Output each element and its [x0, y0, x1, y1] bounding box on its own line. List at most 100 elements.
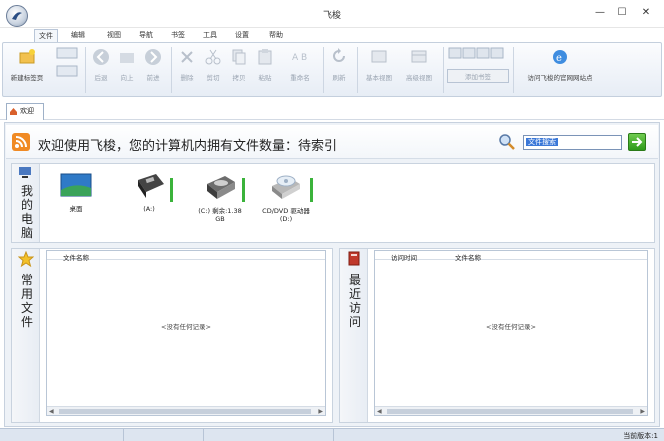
recent-access-char: 最	[349, 273, 362, 287]
back-label: 后退	[94, 74, 108, 82]
tab-tools[interactable]: 工具	[198, 29, 222, 42]
column-header-file-name[interactable]: 文件名称	[63, 252, 89, 262]
basic-view-label: 基本视图	[366, 74, 392, 82]
new-tab-label: 新建标签页	[10, 74, 44, 82]
version-text: 当前版本:1	[623, 432, 658, 440]
window-title: 飞梭	[322, 11, 341, 21]
minimize-button[interactable]: —	[590, 6, 610, 20]
column-header-file-name[interactable]: 文件名称	[455, 252, 481, 262]
search-input-value: 文件搜索	[526, 138, 558, 146]
tab-settings[interactable]: 设置	[230, 29, 254, 42]
new-tab-button[interactable]: 新建标签页	[7, 47, 47, 82]
forward-label: 前进	[146, 74, 160, 82]
ribbon-separator	[171, 47, 172, 93]
welcome-header: 欢迎使用飞梭，您的计算机内拥有文件数量：待索引 文件搜索	[6, 125, 658, 159]
drive-c[interactable]: (C:) 剩余:1.38 GB	[190, 172, 250, 223]
paste-label: 粘贴	[258, 74, 272, 82]
add-bookmark-button[interactable]: 添加书签	[447, 47, 509, 83]
my-computer-label: 我 的 电 脑	[12, 164, 40, 242]
tab-navigate[interactable]: 导航	[134, 29, 158, 42]
horizontal-scrollbar[interactable]: ◀ ▶	[47, 406, 325, 415]
advanced-view-button[interactable]: 高级视图	[401, 47, 437, 82]
scroll-left-icon[interactable]: ◀	[49, 408, 54, 415]
tab-file[interactable]: 文件	[34, 29, 58, 42]
layout-icon	[56, 47, 78, 59]
forward-arrow-icon	[145, 49, 161, 65]
tab-bookmarks[interactable]: 书签	[166, 29, 190, 42]
rename-icon: A B	[292, 53, 307, 63]
computer-icon	[19, 167, 31, 178]
back-button[interactable]: 后退	[89, 47, 113, 82]
my-computer-char: 我	[21, 184, 34, 198]
drive-sub-label: (D:)	[279, 215, 293, 223]
delete-button[interactable]: 删除	[175, 47, 199, 82]
arrow-right-icon	[632, 137, 643, 147]
svg-text:A B: A B	[292, 53, 307, 63]
paste-button[interactable]: 粘贴	[253, 47, 277, 82]
recent-access-list[interactable]: 访问时间 文件名称 <没有任何记录> ◀ ▶	[374, 250, 648, 416]
visit-site-label: 访问飞梭的官网网站点	[527, 74, 593, 82]
layout-dropdown[interactable]	[55, 47, 79, 79]
scroll-right-icon[interactable]: ▶	[640, 408, 645, 415]
my-computer-char: 的	[21, 198, 34, 212]
cut-label: 剪切	[206, 74, 220, 82]
refresh-button[interactable]: 刷新	[327, 47, 351, 82]
status-bar: 当前版本:1	[0, 428, 664, 441]
basic-view-button[interactable]: 基本视图	[361, 47, 397, 82]
recent-access-char: 近	[349, 287, 362, 301]
frequent-files-char: 用	[21, 287, 34, 301]
advanced-view-label: 高级视图	[406, 74, 432, 82]
rename-button[interactable]: A B 重命名	[285, 47, 315, 82]
my-computer-char: 电	[21, 212, 34, 226]
visit-site-button[interactable]: e 访问飞梭的官网网站点	[517, 47, 603, 82]
title-bar: 飞梭 — ☐ ✕	[0, 0, 664, 28]
delete-icon	[181, 51, 193, 63]
bookmark-toolbar-icon	[448, 47, 504, 59]
delete-label: 删除	[180, 74, 194, 82]
maximize-button[interactable]: ☐	[612, 6, 632, 20]
frequent-files-list[interactable]: 文件名称 <没有任何记录> ◀ ▶	[46, 250, 326, 416]
close-button[interactable]: ✕	[636, 6, 656, 20]
document-tab-strip: 欢迎	[0, 98, 664, 120]
tab-view[interactable]: 视图	[102, 29, 126, 42]
rename-label: 重命名	[290, 74, 310, 82]
column-header-access-time[interactable]: 访问时间	[391, 252, 417, 262]
drive-a[interactable]: (A:)	[124, 172, 174, 213]
search-input[interactable]: 文件搜索	[523, 135, 622, 150]
up-label: 向上	[120, 74, 134, 82]
copy-button[interactable]: 拷贝	[227, 47, 251, 82]
tab-help[interactable]: 帮助	[264, 29, 288, 42]
scroll-right-icon[interactable]: ▶	[318, 408, 323, 415]
rss-icon	[12, 133, 30, 151]
search-go-button[interactable]	[628, 133, 646, 151]
ie-globe-icon: e	[553, 50, 567, 64]
horizontal-scrollbar[interactable]: ◀ ▶	[375, 406, 647, 415]
drive-desktop[interactable]: 桌面	[56, 172, 96, 213]
copy-icon	[232, 49, 246, 65]
scrollbar-thumb[interactable]	[59, 409, 311, 414]
drive-usage-bar	[170, 178, 173, 202]
scrollbar-thumb[interactable]	[387, 409, 633, 414]
empty-list-text: <没有任何记录>	[161, 323, 211, 331]
scroll-left-icon[interactable]: ◀	[377, 408, 382, 415]
frequent-files-char: 文	[21, 301, 34, 315]
status-cell	[124, 429, 204, 441]
drive-usage-bar	[242, 178, 245, 202]
tab-edit[interactable]: 编辑	[66, 29, 90, 42]
list-header: 访问时间 文件名称	[375, 251, 647, 262]
ribbon-separator	[323, 47, 324, 93]
search-icon	[499, 134, 515, 150]
scissors-icon	[205, 49, 221, 65]
forward-button[interactable]: 前进	[141, 47, 165, 82]
drive-d[interactable]: CD/DVD 驱动器 (D:)	[256, 172, 316, 223]
hard-disk-icon	[207, 176, 235, 199]
up-button[interactable]: 向上	[115, 47, 139, 82]
new-folder-icon	[19, 49, 35, 64]
cut-button[interactable]: 剪切	[201, 47, 225, 82]
ribbon-separator	[357, 47, 358, 93]
drive-label: CD/DVD 驱动器	[262, 207, 310, 215]
advanced-view-icon	[411, 50, 427, 63]
tab-welcome[interactable]: 欢迎	[6, 103, 44, 120]
ribbon-separator	[443, 47, 444, 93]
cd-dvd-drive-icon	[272, 175, 300, 199]
